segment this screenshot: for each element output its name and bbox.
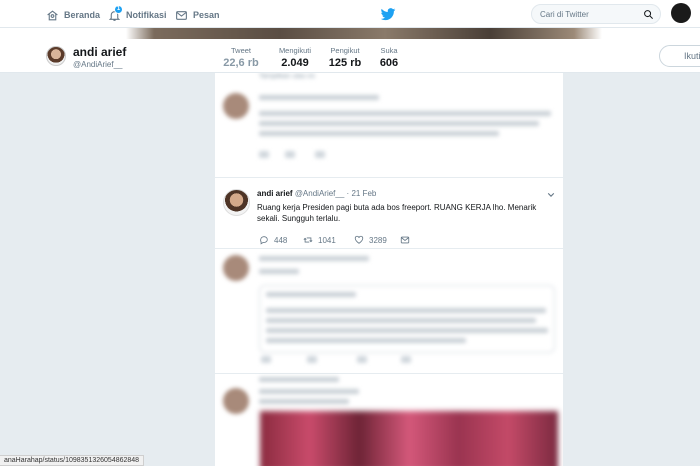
retweet-icon	[303, 237, 313, 243]
browser-status-url: anaHarahap/status/1098351326054862848	[0, 455, 145, 466]
show-thread-link[interactable]: Tampilkan utas ini	[259, 73, 315, 80]
blurred-line	[266, 338, 466, 343]
stat-followers[interactable]: Pengikut 125 rb	[327, 46, 363, 69]
blurred-line	[259, 389, 359, 394]
blurred-line	[266, 328, 548, 333]
reply-count: 448	[274, 235, 288, 245]
nav-notifications-label: Notifikasi	[126, 10, 167, 20]
blurred-line	[259, 256, 369, 261]
blurred-line	[259, 399, 349, 404]
chevron-down-icon[interactable]	[547, 191, 555, 199]
blurred-quote-box	[259, 285, 555, 353]
message-button[interactable]	[400, 235, 410, 245]
envelope-icon	[400, 236, 410, 244]
nav-home-label: Beranda	[64, 10, 101, 20]
tweet-separator: ·	[346, 189, 350, 198]
tweet-header: andi arief @AndiArief__ · 21 Feb	[257, 189, 376, 198]
stat-value: 606	[379, 57, 399, 69]
blurred-action	[315, 151, 325, 158]
blurred-line	[259, 377, 339, 382]
stat-label: Tweet	[230, 46, 251, 55]
blurred-line	[266, 292, 356, 297]
notifications-icon-wrap: 1	[108, 4, 123, 22]
blurred-action	[285, 151, 295, 158]
twitter-bird-icon[interactable]	[380, 6, 396, 22]
divider	[215, 248, 563, 249]
home-icon	[47, 9, 58, 20]
blurred-line	[259, 95, 379, 100]
blurred-avatar	[223, 93, 249, 119]
stat-label: Mengikuti	[278, 46, 312, 55]
profile-handle: @AndiArief__	[73, 60, 123, 69]
top-navigation: Beranda 1 Notifikasi Pesan Cari di Twitt…	[0, 0, 700, 28]
divider	[215, 373, 563, 374]
blurred-line	[266, 318, 536, 323]
blurred-media-image[interactable]	[260, 411, 558, 466]
stat-label: Pengikut	[330, 46, 360, 55]
blurred-line	[266, 308, 546, 313]
stat-label: Suka	[380, 46, 398, 55]
stat-value: 2.049	[281, 57, 309, 69]
nav-notifications[interactable]: 1 Notifikasi	[108, 4, 167, 23]
divider	[215, 177, 563, 178]
tweet-date[interactable]: 21 Feb	[351, 189, 376, 198]
tweet[interactable]: andi arief @AndiArief__ · 21 Feb Ruang k…	[215, 183, 563, 253]
profile-avatar[interactable]	[46, 46, 66, 66]
blurred-action	[261, 356, 271, 363]
tweet-text: Ruang kerja Presiden pagi buta ada bos f…	[257, 203, 537, 223]
stat-value: 125 rb	[328, 57, 362, 69]
like-button[interactable]: 3289	[354, 235, 387, 245]
blurred-line	[259, 111, 551, 116]
follow-button[interactable]: Ikuti	[659, 45, 700, 67]
reply-button[interactable]: 448	[259, 235, 287, 245]
blurred-action	[401, 356, 411, 363]
stat-value: 22,6 rb	[223, 57, 259, 69]
tweet-avatar[interactable]	[223, 189, 250, 216]
blurred-action	[307, 356, 317, 363]
blurred-line	[259, 269, 299, 274]
search-placeholder: Cari di Twitter	[540, 10, 589, 19]
search-icon[interactable]	[643, 9, 654, 20]
blurred-action	[259, 151, 269, 158]
envelope-icon	[176, 10, 187, 20]
stat-tweets[interactable]: Tweet 22,6 rb	[222, 46, 260, 69]
blurred-action	[357, 356, 367, 363]
profile-bar: andi arief @AndiArief__ Tweet 22,6 rb Me…	[0, 39, 700, 73]
blurred-line	[259, 131, 499, 136]
blurred-avatar	[223, 255, 249, 281]
reply-icon	[260, 236, 268, 245]
tweet-author-handle[interactable]: @AndiArief__	[295, 189, 344, 198]
nav-messages-label: Pesan	[193, 10, 220, 20]
tweet-author-name[interactable]: andi arief	[257, 189, 293, 198]
retweet-button[interactable]: 1041	[303, 235, 336, 245]
like-count: 3289	[369, 235, 387, 245]
blurred-avatar	[223, 388, 249, 414]
profile-name[interactable]: andi arief	[73, 45, 126, 59]
search-input[interactable]: Cari di Twitter	[531, 4, 661, 24]
stat-likes[interactable]: Suka 606	[376, 46, 402, 69]
nav-messages[interactable]: Pesan	[175, 7, 220, 23]
profile-cover-image	[0, 28, 700, 39]
timeline: Tampilkan utas ini andi arief @AndiArief…	[215, 73, 563, 466]
user-avatar[interactable]	[671, 3, 691, 23]
nav-home[interactable]: Beranda	[46, 7, 100, 23]
retweet-count: 1041	[318, 235, 336, 245]
notifications-badge: 1	[114, 4, 123, 14]
stat-following[interactable]: Mengikuti 2.049	[275, 46, 315, 69]
blurred-line	[259, 121, 539, 126]
heart-icon	[354, 235, 364, 244]
